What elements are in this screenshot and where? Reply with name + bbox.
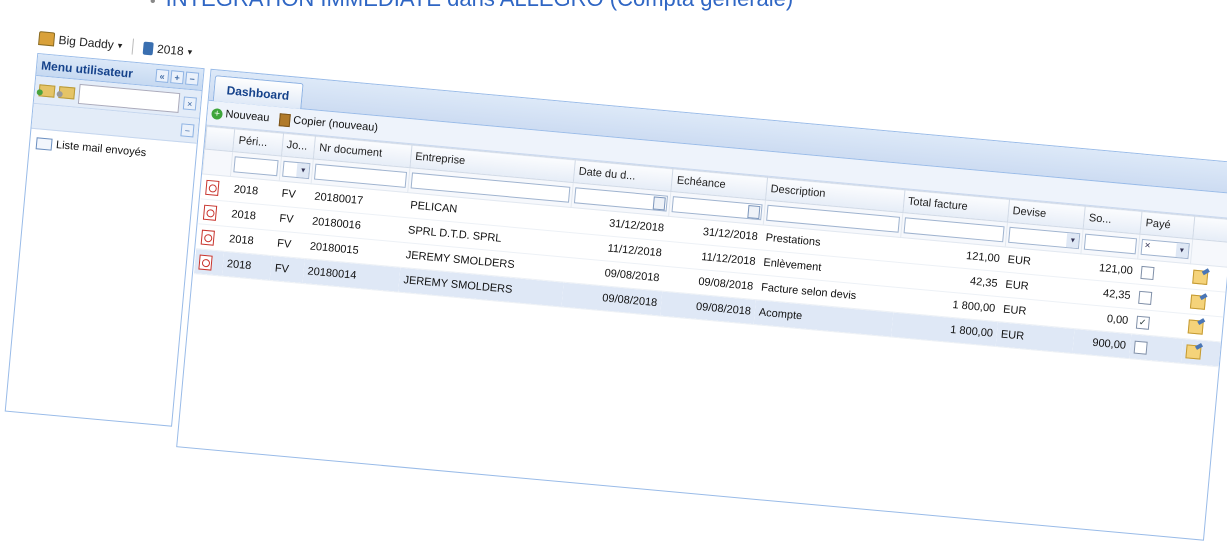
- chevron-down-icon[interactable]: ▾: [296, 163, 310, 179]
- cell-periode: 2018: [221, 251, 273, 281]
- filter-periode[interactable]: [233, 156, 279, 177]
- collapse-section-button[interactable]: −: [180, 122, 195, 137]
- company-name: Big Daddy: [57, 32, 115, 52]
- pdf-icon[interactable]: [204, 179, 220, 196]
- collapse-left-button[interactable]: «: [155, 68, 170, 83]
- mail-icon: [35, 137, 53, 151]
- paid-checkbox[interactable]: [1137, 290, 1152, 305]
- user-menu-panel: Menu utilisateur « + − × − Liste mail en…: [4, 52, 205, 427]
- clear-search-button[interactable]: ×: [182, 96, 197, 111]
- remove-folder-icon[interactable]: [58, 85, 76, 100]
- chevron-down-icon[interactable]: ▾: [1066, 233, 1080, 249]
- paid-checkbox[interactable]: [1133, 340, 1148, 355]
- new-button-label: Nouveau: [224, 108, 270, 125]
- paid-checkbox[interactable]: ✓: [1135, 315, 1150, 330]
- year-label: 2018: [156, 41, 185, 59]
- database-icon: [142, 41, 154, 55]
- edit-icon[interactable]: [1187, 319, 1205, 335]
- copy-new-button[interactable]: Copier (nouveau): [278, 112, 379, 135]
- slide-caption: • INTEGRATION IMMEDIATE dans ALLEGRO (Com…: [150, 0, 1050, 20]
- filter-echeance[interactable]: [671, 196, 763, 221]
- filter-nr-document[interactable]: [314, 163, 407, 188]
- collapse-all-button[interactable]: −: [185, 71, 200, 86]
- column-journal[interactable]: Jo...: [281, 133, 316, 159]
- new-button[interactable]: + Nouveau: [211, 107, 270, 124]
- edit-icon[interactable]: [1185, 344, 1202, 360]
- company-selector[interactable]: Big Daddy ▾: [38, 31, 123, 53]
- column-actions: [1192, 216, 1227, 243]
- paid-checkbox[interactable]: [1140, 265, 1155, 280]
- caption-text: INTEGRATION IMMEDIATE dans ALLEGRO (Comp…: [166, 0, 794, 11]
- add-folder-icon[interactable]: [38, 83, 56, 98]
- house-icon: [38, 31, 56, 47]
- filter-solde[interactable]: [1084, 233, 1138, 255]
- pdf-icon[interactable]: [200, 229, 215, 246]
- pdf-icon[interactable]: [197, 253, 213, 271]
- calendar-icon[interactable]: [746, 205, 761, 220]
- cell-journal: FV: [276, 180, 312, 209]
- expand-all-button[interactable]: +: [170, 70, 185, 85]
- chevron-down-icon: ▾: [117, 39, 123, 51]
- calendar-icon[interactable]: [653, 196, 667, 211]
- filter-date[interactable]: [573, 187, 669, 212]
- chevron-down-icon: ▾: [187, 46, 193, 57]
- filter-journal[interactable]: ▾: [281, 160, 311, 180]
- sidebar-item-label: Liste mail envoyés: [55, 139, 147, 160]
- cell-journal: FV: [269, 255, 305, 284]
- caption-bullet: •: [150, 0, 156, 10]
- pdf-icon[interactable]: [202, 204, 217, 221]
- cell-solde: 900,00: [1072, 328, 1132, 359]
- app-window: Big Daddy ▾ 2018 ▾ Menu utilisateur « + …: [0, 22, 1227, 553]
- menu-search-input[interactable]: [77, 83, 181, 113]
- edit-icon[interactable]: [1192, 269, 1209, 285]
- column-icon: [204, 126, 236, 152]
- cell-journal: FV: [272, 230, 307, 259]
- toolbar-separator: [131, 38, 134, 55]
- edit-icon[interactable]: [1190, 294, 1207, 310]
- year-selector[interactable]: 2018 ▾: [142, 41, 193, 59]
- copy-button-label: Copier (nouveau): [292, 114, 379, 135]
- filter-devise[interactable]: ▾: [1007, 226, 1081, 250]
- filter-paye[interactable]: × ▾: [1140, 238, 1190, 260]
- copy-icon: [278, 112, 291, 127]
- chevron-down-icon[interactable]: ▾: [1175, 242, 1189, 259]
- cell-journal: FV: [274, 205, 310, 234]
- add-icon: +: [211, 107, 224, 120]
- clear-filter-icon[interactable]: ×: [1144, 240, 1151, 251]
